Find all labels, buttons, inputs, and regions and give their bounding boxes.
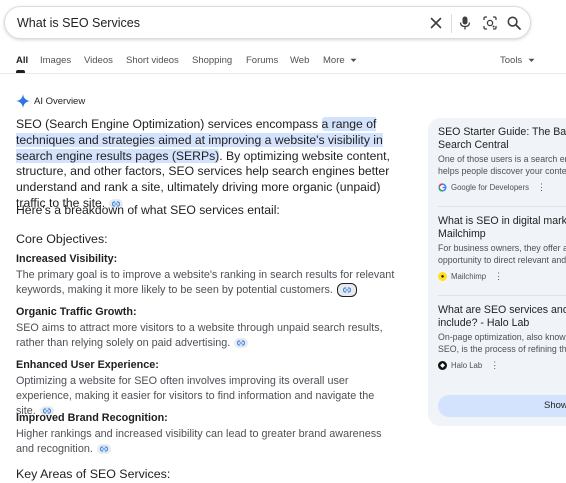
item-body: Higher rankings and increased visibility…	[16, 427, 396, 457]
source-snippet: One of those users is a search en helps …	[438, 154, 566, 177]
item-title: Organic Traffic Growth:	[16, 306, 137, 318]
snippet-line: SEO, is the process of refining the	[438, 343, 566, 354]
google-icon	[438, 183, 447, 193]
search-divider	[451, 14, 452, 33]
source-title[interactable]: SEO Starter Guide: The Basic	[438, 126, 566, 139]
citation-link-icon[interactable]	[96, 443, 111, 454]
snippet-line: One of those users is a search en	[438, 154, 566, 165]
tab-forums[interactable]: Forums	[246, 55, 278, 66]
item-body: SEO aims to attract more visitors to a w…	[16, 321, 396, 351]
source-title[interactable]: What is SEO in digital market	[438, 215, 566, 228]
key-areas-heading: Key Areas of SEO Services:	[16, 467, 171, 481]
camera-lens-icon[interactable]	[481, 14, 499, 32]
source-title[interactable]: Mailchimp	[438, 228, 566, 241]
source-card[interactable]: What are SEO services and w include? - H…	[438, 304, 566, 371]
source-card[interactable]: What is SEO in digital market Mailchimp …	[438, 215, 566, 282]
snippet-line: helps people discover your conter	[438, 165, 566, 176]
more-options-icon[interactable]: ⋮	[537, 182, 546, 193]
source-card[interactable]: SEO Starter Guide: The Basic Search Cent…	[438, 126, 566, 193]
item-body-text: SEO aims to attract more visitors to a w…	[16, 322, 383, 349]
tab-more[interactable]: More	[323, 55, 357, 66]
sparkle-icon	[16, 94, 30, 108]
active-tab-indicator	[16, 70, 25, 73]
source-site: ◆ Halo Lab ⋮	[438, 360, 566, 371]
source-title[interactable]: What are SEO services and w	[438, 304, 566, 317]
breakdown-text: Here's a breakdown of what SEO services …	[16, 203, 280, 217]
source-snippet: For business owners, they offer a opport…	[438, 243, 566, 266]
card-divider	[438, 206, 566, 207]
source-site: Google for Developers ⋮	[438, 182, 566, 193]
ai-overview-intro: SEO (Search Engine Optimization) service…	[16, 117, 412, 212]
item-title: Enhanced User Experience:	[16, 359, 159, 371]
source-title[interactable]: include? - Halo Lab	[438, 317, 566, 330]
item-title: Increased Visibility:	[16, 253, 118, 265]
tab-videos[interactable]: Videos	[84, 55, 113, 66]
source-title[interactable]: Search Central	[438, 139, 566, 152]
tab-more-label: More	[323, 55, 345, 66]
clear-icon[interactable]	[427, 14, 445, 32]
more-options-icon[interactable]: ⋮	[494, 271, 503, 282]
search-tabs: All Images Videos Short videos Shopping …	[0, 51, 566, 74]
source-name: Google for Developers	[451, 183, 530, 193]
chevron-down-icon	[528, 58, 535, 62]
tab-tools-label: Tools	[500, 55, 523, 66]
item-title: Improved Brand Recognition:	[16, 412, 168, 424]
snippet-line: For business owners, they offer a	[438, 243, 566, 254]
intro-text: SEO (Search Engine Optimization) service…	[16, 117, 322, 131]
source-name: Halo Lab	[451, 361, 483, 371]
card-divider	[438, 295, 566, 296]
tab-short-videos[interactable]: Short videos	[126, 55, 179, 66]
snippet-line: opportunity to direct relevant and	[438, 254, 566, 265]
chevron-down-icon	[350, 58, 357, 62]
item-body-text: Higher rankings and increased visibility…	[16, 428, 382, 455]
mailchimp-icon: ●	[438, 272, 447, 282]
tab-web[interactable]: Web	[290, 55, 309, 66]
item-body-text: Optimizing a website for SEO often invol…	[16, 375, 375, 417]
show-all-label: Show	[544, 400, 566, 411]
item-body: The primary goal is to improve a website…	[16, 268, 396, 298]
tab-shopping[interactable]: Shopping	[192, 55, 232, 66]
halo-lab-icon: ◆	[438, 361, 447, 371]
search-icon[interactable]	[505, 14, 523, 32]
citation-link-icon[interactable]	[336, 282, 357, 297]
source-name: Mailchimp	[451, 272, 487, 282]
snippet-line: On-page optimization, also know	[438, 332, 566, 343]
citation-link-icon[interactable]	[234, 337, 249, 348]
microphone-icon[interactable]	[456, 14, 474, 32]
more-options-icon[interactable]: ⋮	[490, 360, 499, 371]
core-objectives-heading: Core Objectives:	[16, 232, 108, 246]
ai-overview-header: AI Overview	[16, 93, 85, 109]
tab-tools[interactable]: Tools	[500, 55, 535, 66]
sources-panel: SEO Starter Guide: The Basic Search Cent…	[428, 118, 566, 426]
show-all-button[interactable]: Show	[438, 395, 566, 417]
search-bar[interactable]: What is SEO Services	[4, 6, 531, 39]
tab-images[interactable]: Images	[40, 55, 71, 66]
source-site: ● Mailchimp ⋮	[438, 271, 566, 282]
source-snippet: On-page optimization, also know SEO, is …	[438, 332, 566, 355]
ai-overview-label: AI Overview	[34, 95, 86, 107]
search-input[interactable]: What is SEO Services	[17, 16, 140, 30]
tab-all[interactable]: All	[16, 55, 28, 66]
